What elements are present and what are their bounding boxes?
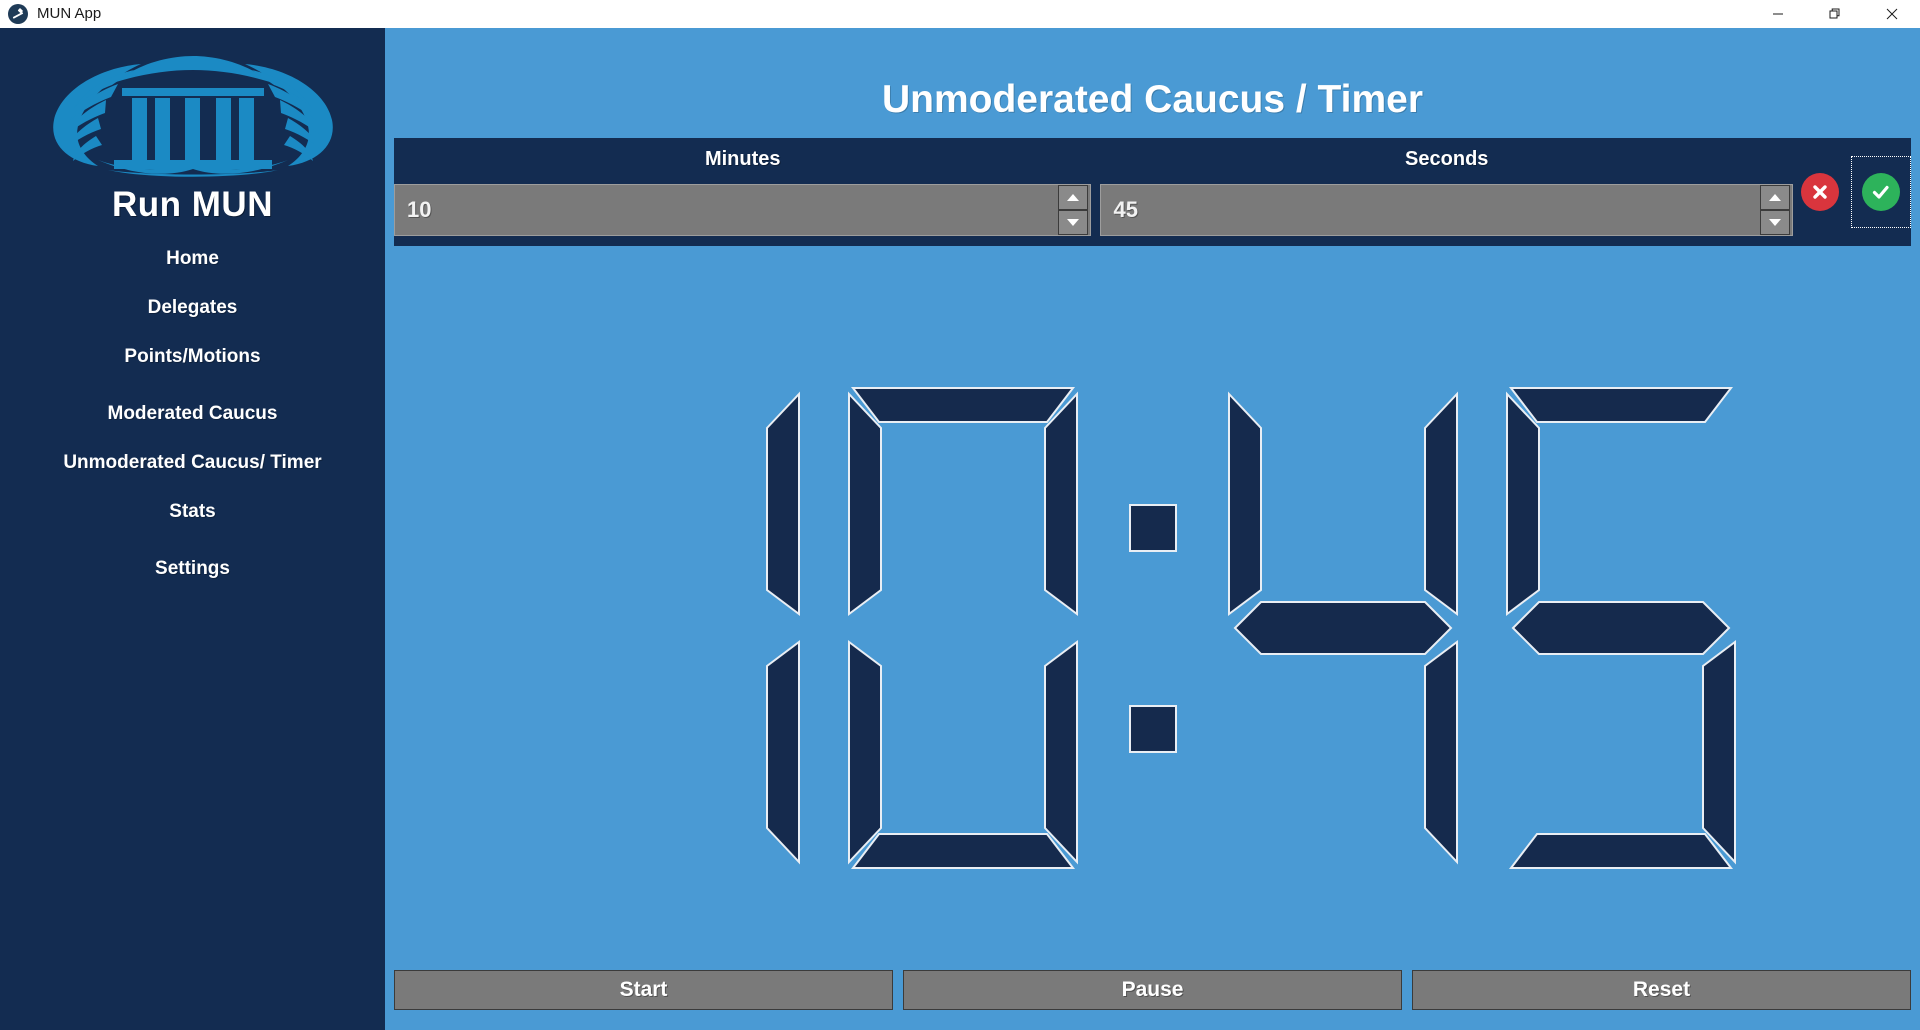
sidebar-item-delegates[interactable]: Delegates — [0, 292, 385, 323]
seconds-label: Seconds — [1405, 148, 1489, 170]
segment-b — [765, 391, 800, 616]
segment-a — [1508, 387, 1733, 423]
seconds-decrement-button[interactable] — [1760, 210, 1790, 235]
seconds-increment-button[interactable] — [1760, 185, 1790, 210]
sidebar-item-stats[interactable]: Stats — [0, 496, 385, 527]
minutes-increment-button[interactable] — [1058, 185, 1089, 210]
minutes-field-group: Minutes — [394, 138, 1092, 246]
start-button[interactable]: Start — [394, 970, 893, 1010]
window-controls — [1749, 0, 1920, 28]
timer-colon-separator — [1093, 378, 1213, 878]
main-content: Unmoderated Caucus / Timer Minutes 10 Se… — [385, 28, 1920, 1030]
seconds-input[interactable] — [1101, 185, 1758, 235]
segment-b — [1423, 391, 1458, 616]
sidebar-item-moderated-caucus[interactable]: Moderated Caucus — [0, 398, 385, 429]
digit-minutes-ones — [833, 378, 1093, 878]
colon-dot-top — [1128, 503, 1177, 552]
minutes-stepper[interactable] — [394, 184, 1092, 236]
gavel-icon — [8, 4, 28, 24]
window-titlebar: MUN App — [0, 0, 1920, 28]
confirm-icon[interactable] — [1862, 173, 1900, 211]
time-entry-panel: Minutes Seconds — [394, 138, 1911, 246]
digit-seconds-ones — [1491, 378, 1751, 878]
segment-g — [1233, 601, 1452, 655]
cancel-icon[interactable] — [1801, 173, 1839, 211]
timer-display — [385, 368, 1920, 888]
sidebar-item-settings[interactable]: Settings — [0, 553, 385, 584]
seconds-spinner[interactable] — [1760, 185, 1790, 235]
reset-button[interactable]: Reset — [1412, 970, 1911, 1010]
segment-b — [1043, 391, 1078, 616]
digit-minutes-tens — [555, 378, 815, 878]
timer-controls: Start Pause Reset — [394, 970, 1911, 1010]
segment-c — [765, 640, 800, 865]
minutes-decrement-button[interactable] — [1058, 210, 1089, 235]
confirm-button-focus-ring — [1851, 156, 1911, 228]
segment-d — [1508, 833, 1733, 869]
sidebar-item-unmoderated-caucus-timer[interactable]: Unmoderated Caucus/ Timer — [0, 447, 385, 478]
page-title: Unmoderated Caucus / Timer — [881, 78, 1424, 121]
segment-d — [850, 833, 1075, 869]
colon-dot-bottom — [1128, 704, 1177, 753]
minutes-spinner[interactable] — [1058, 185, 1089, 235]
page-brand: Run MUN — [112, 185, 273, 224]
time-entry-actions — [1801, 138, 1911, 246]
minutes-label: Minutes — [704, 148, 781, 170]
digit-seconds-tens — [1213, 378, 1473, 878]
window-body: Run MUN Home Delegates Points/Motions Mo… — [0, 28, 1920, 1030]
segment-a — [850, 387, 1075, 423]
un-emblem-logo — [33, 42, 353, 177]
seconds-field-group: Seconds — [1100, 138, 1793, 246]
close-icon[interactable] — [1863, 0, 1920, 28]
minutes-input[interactable] — [395, 185, 1057, 235]
sidebar-item-home[interactable]: Home — [0, 243, 385, 274]
minimize-icon[interactable] — [1749, 0, 1806, 28]
pause-button[interactable]: Pause — [903, 970, 1402, 1010]
segment-f — [847, 391, 882, 616]
sidebar-item-points-motions[interactable]: Points/Motions — [0, 341, 385, 372]
restore-icon[interactable] — [1806, 0, 1863, 28]
window-title: MUN App — [37, 5, 102, 22]
segment-c — [1701, 640, 1736, 865]
segment-f — [1227, 391, 1262, 616]
segment-g — [1511, 601, 1730, 655]
sidebar: Run MUN Home Delegates Points/Motions Mo… — [0, 28, 385, 1030]
segment-c — [1043, 640, 1078, 865]
segment-e — [847, 640, 882, 865]
seconds-stepper[interactable] — [1100, 184, 1793, 236]
segment-c — [1423, 640, 1458, 865]
segment-f — [1505, 391, 1540, 616]
